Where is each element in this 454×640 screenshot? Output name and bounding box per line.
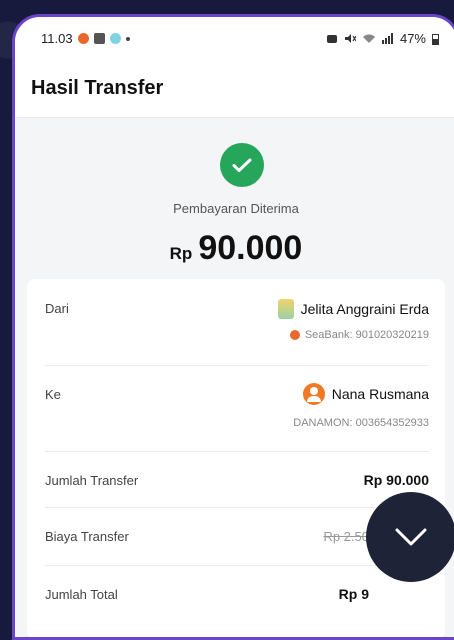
recipient: Nana Rusmana — [302, 383, 429, 405]
total-value: Rp 9 — [338, 586, 369, 602]
payment-amount: Rp 90.000 — [15, 229, 454, 268]
currency-label: Rp — [169, 244, 193, 263]
to-label: Ke — [45, 387, 61, 402]
transfer-fee-label: Biaya Transfer — [45, 529, 129, 544]
recipient-avatar-icon — [302, 383, 325, 405]
battery-percent: 47% — [399, 31, 426, 46]
check-circle-icon — [220, 143, 264, 187]
more-notifications-icon — [125, 36, 130, 41]
from-row: Dari Jelita Anggraini Erda SeaBank: 9010… — [45, 279, 429, 366]
sender-account: SeaBank: 901020320219 — [304, 329, 429, 341]
sender: Jelita Anggraini Erda — [277, 299, 429, 319]
status-left: 11.03 — [41, 31, 130, 46]
shopee-notification-icon — [77, 33, 89, 44]
signal-icon — [381, 33, 393, 44]
total-label: Jumlah Total — [45, 587, 118, 602]
transfer-fee-value: Rp 2.50 — [323, 529, 369, 544]
sender-name: Jelita Anggraini Erda — [300, 301, 429, 317]
transfer-details-card: Dari Jelita Anggraini Erda SeaBank: 9010… — [27, 279, 445, 637]
wifi-icon — [362, 34, 375, 43]
scroll-down-button[interactable] — [366, 492, 454, 582]
page-title: Hasil Transfer — [31, 77, 164, 99]
status-right: 47% — [326, 31, 439, 46]
transfer-amount-label: Jumlah Transfer — [45, 473, 139, 488]
recipient-name: Nana Rusmana — [331, 386, 429, 402]
tiktok-notification-icon — [109, 33, 121, 44]
alarm-icon — [326, 35, 337, 43]
chevron-down-icon — [395, 528, 427, 546]
from-label: Dari — [45, 301, 69, 316]
transfer-amount-value: Rp 90.000 — [363, 472, 429, 488]
amount-value: 90.000 — [198, 229, 303, 267]
payment-status: Pembayaran Diterima — [173, 201, 299, 216]
seabank-icon — [289, 330, 300, 340]
transfer-amount-row: Jumlah Transfer Rp 90.000 — [45, 451, 429, 508]
payment-summary: Pembayaran Diterima Rp 90.000 — [15, 117, 454, 287]
status-time: 11.03 — [41, 31, 73, 46]
sender-avatar — [277, 299, 294, 319]
recipient-account-row: DANAMON: 003654352933 — [293, 417, 429, 429]
mute-icon — [344, 34, 356, 43]
to-row: Ke Nana Rusmana DANAMON: 003654352933 — [45, 365, 429, 452]
recipient-account: DANAMON: 003654352933 — [293, 417, 429, 429]
battery-icon — [432, 33, 439, 45]
page-header: Hasil Transfer — [15, 63, 454, 118]
total-row: Jumlah Total Rp 9 — [45, 565, 429, 625]
sender-account-row: SeaBank: 901020320219 — [289, 329, 429, 341]
image-notification-icon — [93, 33, 105, 44]
status-bar: 11.03 47% — [15, 17, 454, 63]
